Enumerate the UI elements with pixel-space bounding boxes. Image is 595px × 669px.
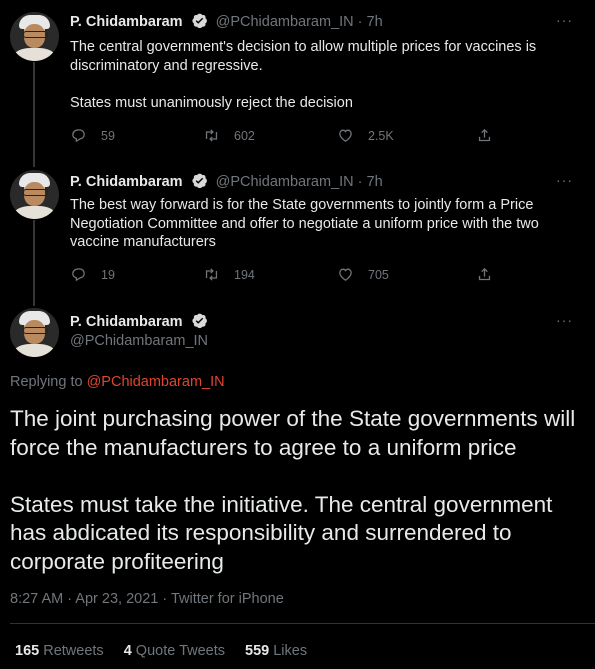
likes-stat[interactable]: 559 Likes [245,643,307,659]
tweet-text: The central government's decision to all… [70,39,537,111]
like-button[interactable]: 2.5K [337,127,394,144]
more-icon[interactable]: ··· [556,172,573,188]
retweet-icon [205,268,218,281]
share-icon [478,128,491,142]
avatar[interactable] [10,12,59,61]
tweet-text: The joint purchasing power of the State … [10,406,576,574]
like-icon [339,129,352,142]
author-name[interactable]: P. Chidambaram [70,14,183,30]
retweet-count: 602 [234,128,255,143]
divider [10,623,595,624]
retweet-icon [205,129,218,142]
share-icon [478,267,491,281]
tweet-text: The best way forward is for the State go… [70,197,539,250]
replying-to: Replying to @PChidambaram_IN [10,374,225,390]
quote-tweets-stat[interactable]: 4 Quote Tweets [124,643,225,659]
tweet[interactable]: P. Chidambaram @PChidambaram_IN · 7h ···… [0,0,595,160]
retweets-stat[interactable]: 165 Retweets [15,643,104,659]
avatar[interactable] [10,308,59,357]
avatar[interactable] [10,170,59,219]
author-handle[interactable]: @PChidambaram_IN · 7h [216,174,383,190]
like-icon [339,268,352,281]
replying-prefix: Replying to [10,374,87,390]
verified-badge-icon [191,172,208,193]
reply-button[interactable]: 19 [70,266,115,283]
tweet[interactable]: P. Chidambaram @PChidambaram_IN · 7h ···… [0,160,595,300]
reply-count: 19 [101,267,115,282]
like-button[interactable]: 705 [337,266,389,283]
reply-button[interactable]: 59 [70,127,115,144]
author-name[interactable]: P. Chidambaram [70,174,183,190]
verified-badge-icon [191,12,208,33]
verified-badge-icon [191,312,208,333]
share-button[interactable] [476,127,493,144]
focused-tweet: P. Chidambaram @PChidambaram_IN ··· Repl… [0,300,595,669]
reply-count: 59 [101,128,115,143]
like-count: 705 [368,267,389,282]
reply-icon [72,268,85,282]
more-icon[interactable]: ··· [556,312,573,328]
retweet-button[interactable]: 194 [203,266,255,283]
reply-icon [72,129,85,143]
author-handle[interactable]: @PChidambaram_IN [70,333,208,349]
author-name[interactable]: P. Chidambaram [70,314,183,330]
replying-to-link[interactable]: @PChidambaram_IN [87,374,225,390]
like-count: 2.5K [368,128,394,143]
retweet-button[interactable]: 602 [203,127,255,144]
tweet-timestamp[interactable]: 8:27 AM · Apr 23, 2021 · Twitter for iPh… [10,591,284,607]
more-icon[interactable]: ··· [556,12,573,28]
author-handle[interactable]: @PChidambaram_IN · 7h [216,14,383,30]
share-button[interactable] [476,266,493,283]
retweet-count: 194 [234,267,255,282]
